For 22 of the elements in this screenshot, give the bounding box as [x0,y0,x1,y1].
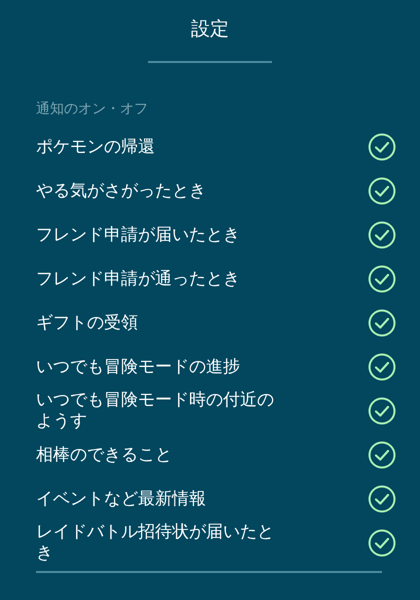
checkbox[interactable] [368,353,396,381]
setting-label: フレンド申請が通ったとき [36,268,241,290]
setting-label: ギフトの受領 [36,312,139,334]
setting-label: ポケモンの帰還 [36,136,156,158]
page-title: 設定 [190,17,230,42]
checkbox[interactable] [368,397,396,425]
checkbox[interactable] [368,265,396,293]
checkbox[interactable] [368,133,396,161]
checkbox[interactable] [368,177,396,205]
setting-label: いつでも冒険モードの進捗 [36,356,241,378]
setting-label: レイドバトル招待状が届いたとき [36,522,275,564]
setting-label: イベントなど最新情報 [36,488,207,510]
setting-label: やる気がさがったとき [36,180,207,202]
section-label: 通知のオン・オフ [36,100,149,119]
checkbox[interactable] [368,485,396,513]
checkbox[interactable] [368,221,396,249]
setting-label: いつでも冒険モード時の付近のようす [36,390,275,432]
setting-label: フレンド申請が届いたとき [36,224,241,246]
checkbox[interactable] [368,309,396,337]
setting-label: 相棒のできること [36,444,173,466]
checkbox[interactable] [368,529,396,557]
checkbox[interactable] [368,441,396,469]
